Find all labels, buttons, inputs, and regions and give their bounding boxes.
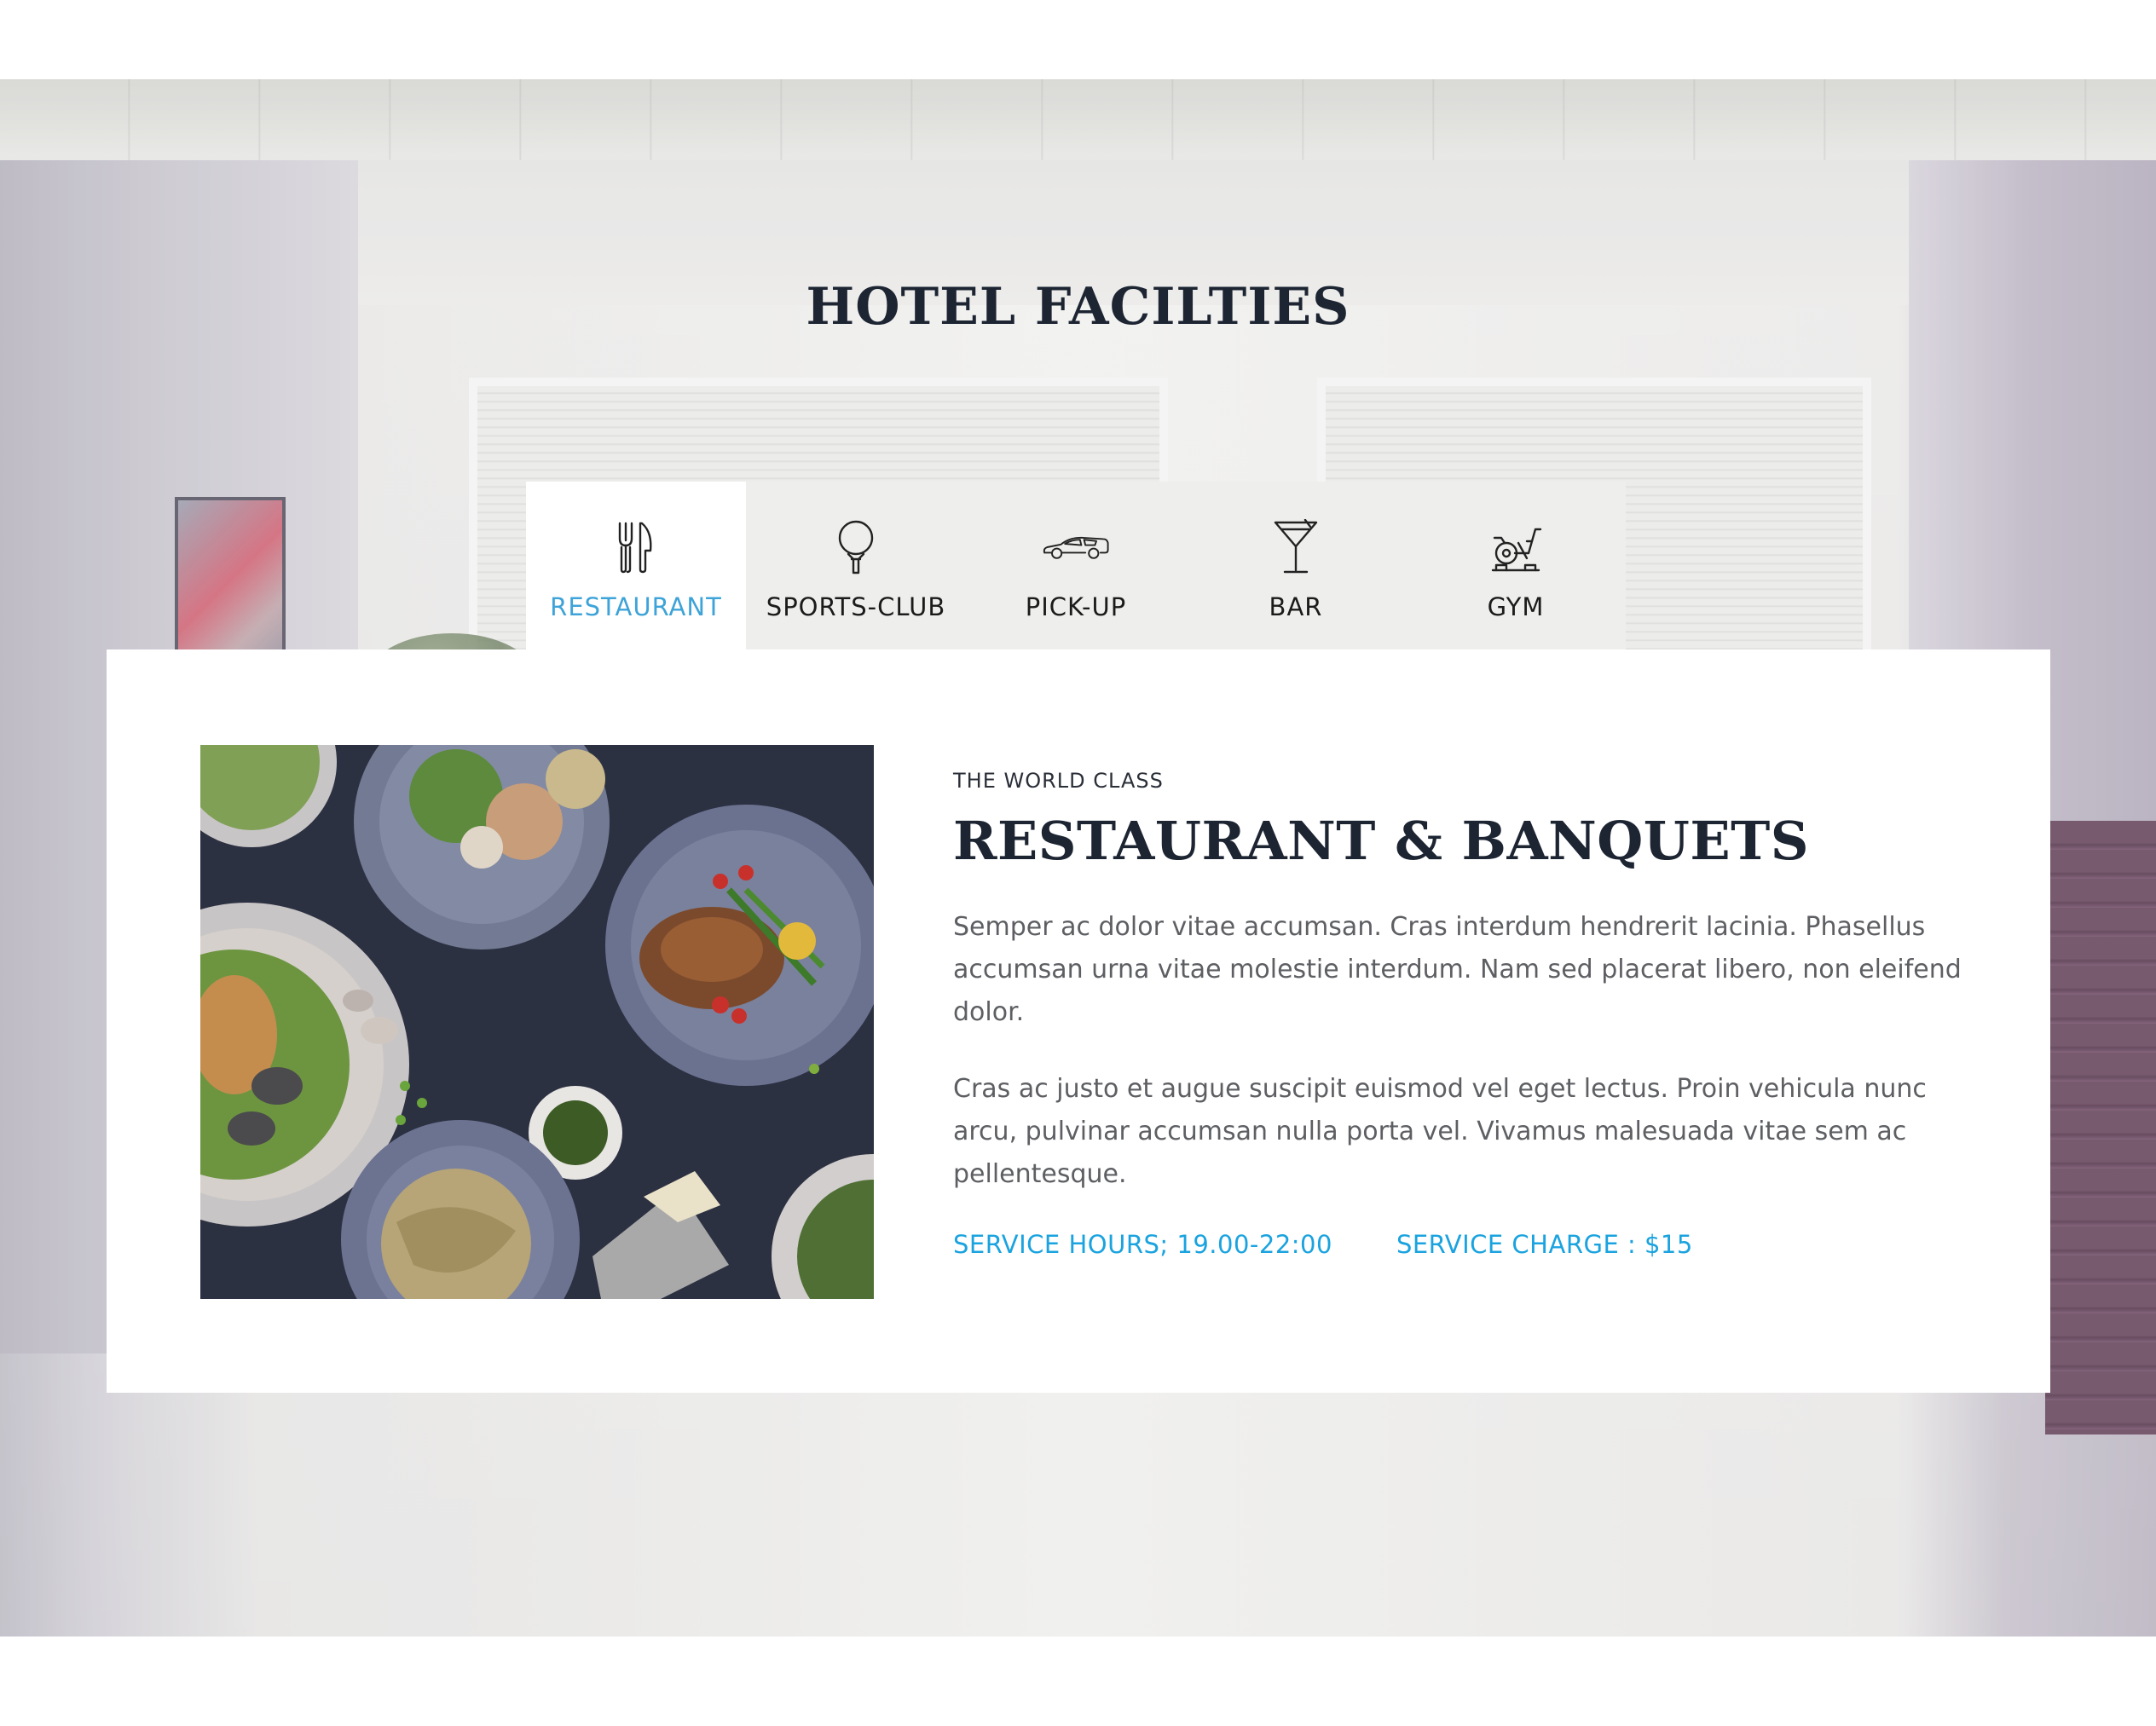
- exercise-bike-icon: [1482, 517, 1550, 577]
- restaurant-food-photo: [200, 745, 874, 1299]
- tab-restaurant[interactable]: RESTAURANT: [526, 482, 746, 649]
- tab-sports-club[interactable]: SPORTS-CLUB: [746, 482, 966, 649]
- tab-bar[interactable]: BAR: [1186, 482, 1406, 649]
- description-paragraph: Cras ac justo et augue suscipit euismod …: [953, 1074, 1927, 1189]
- golf-ball-icon: [822, 517, 890, 577]
- service-info: SERVICE HOURS; 19.00-22:00 SERVICE CHARG…: [953, 1230, 1976, 1259]
- car-icon: [1042, 517, 1110, 577]
- cocktail-glass-icon: [1262, 517, 1330, 577]
- tab-label: PICK-UP: [1025, 592, 1127, 621]
- service-charge: SERVICE CHARGE : $15: [1396, 1230, 1693, 1259]
- tab-label: RESTAURANT: [550, 592, 722, 621]
- tab-gym[interactable]: GYM: [1406, 482, 1626, 649]
- section-title: HOTEL FACILTIES: [806, 277, 1350, 337]
- description-paragraph: Semper ac dolor vitae accumsan. Cras int…: [953, 912, 1962, 1027]
- eyebrow-text: THE WORLD CLASS: [953, 769, 1164, 793]
- tab-label: GYM: [1487, 592, 1545, 621]
- facility-content-card: THE WORLD CLASS RESTAURANT & BANQUETS Se…: [107, 649, 2050, 1393]
- tab-pick-up[interactable]: PICK-UP: [966, 482, 1186, 649]
- tab-label: SPORTS-CLUB: [766, 592, 946, 621]
- facility-details: THE WORLD CLASS RESTAURANT & BANQUETS Se…: [953, 769, 1976, 1259]
- service-hours: SERVICE HOURS; 19.00-22:00: [953, 1230, 1332, 1259]
- fork-knife-icon: [602, 517, 670, 577]
- facility-heading: RESTAURANT & BANQUETS: [953, 810, 1809, 872]
- facility-tabs: RESTAURANT SPORTS-CLUB PICK-UP BAR GYM: [526, 482, 1626, 649]
- tab-label: BAR: [1269, 592, 1323, 621]
